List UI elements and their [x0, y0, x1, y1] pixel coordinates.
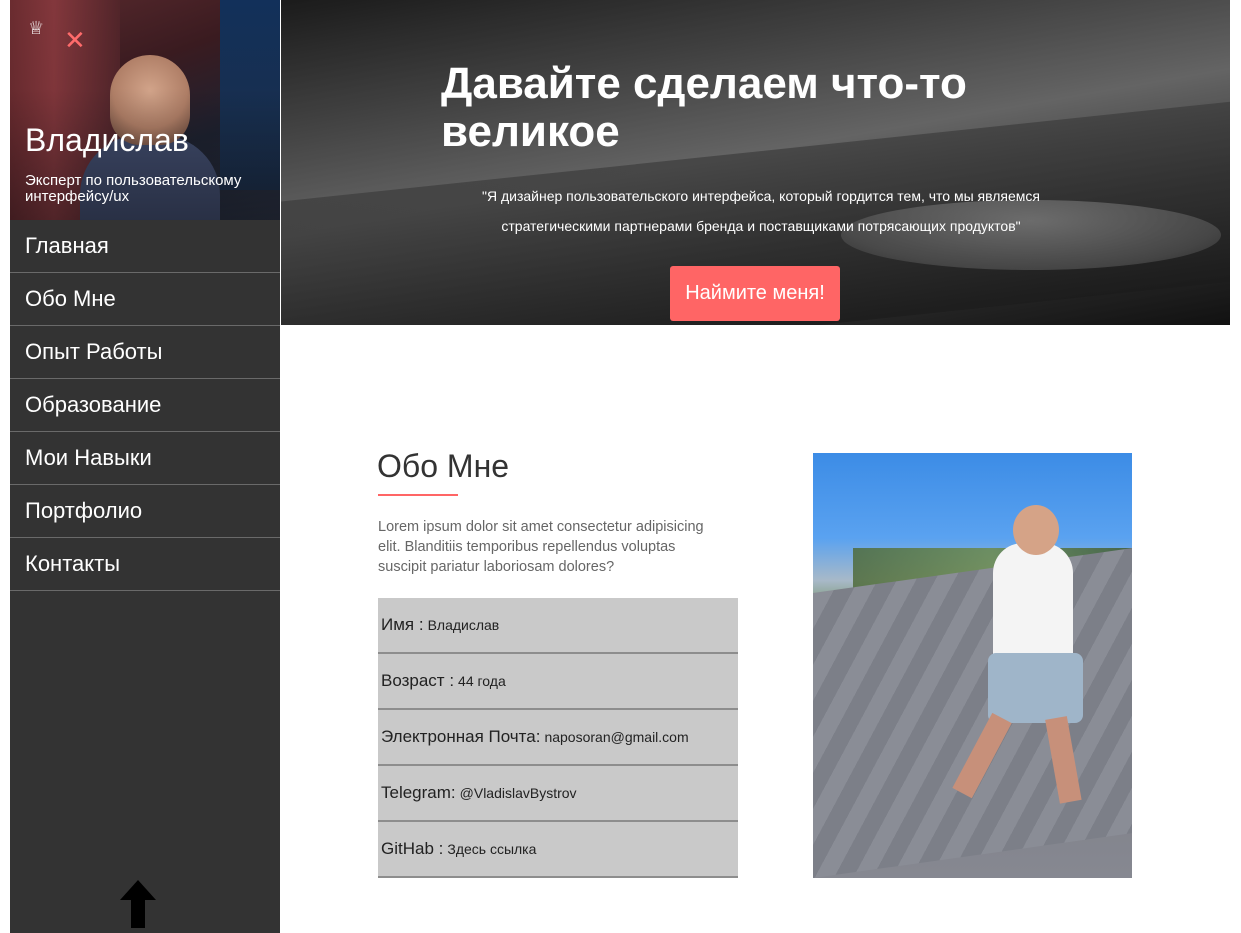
info-value: naposoran@gmail.com — [544, 729, 689, 745]
info-row-github: GitHab : Здесь ссылка — [378, 822, 738, 878]
info-row-age: Возраст : 44 года — [378, 654, 738, 710]
info-key: GitHab : — [381, 839, 444, 858]
nav-item-about[interactable]: Обо Мне — [10, 273, 280, 326]
nav-item-skills[interactable]: Мои Навыки — [10, 432, 280, 485]
hire-me-button[interactable]: Наймите меня! — [670, 266, 840, 321]
nav-item-portfolio[interactable]: Портфолио — [10, 485, 280, 538]
info-key: Электронная Почта: — [381, 727, 541, 746]
crown-icon: ♕ — [28, 18, 45, 39]
info-value: Владислав — [427, 617, 500, 633]
sidebar: ♕ ✕ Владислав Эксперт по пользовательско… — [10, 0, 280, 933]
about-photo-head — [1013, 505, 1059, 555]
about-title-underline — [378, 494, 458, 496]
info-key: Возраст : — [381, 671, 455, 690]
nav-item-contacts[interactable]: Контакты — [10, 538, 280, 591]
info-value[interactable]: Здесь ссылка — [447, 841, 536, 857]
info-row-email: Электронная Почта: naposoran@gmail.com — [378, 710, 738, 766]
about-photo — [813, 453, 1132, 878]
info-value: 44 года — [458, 673, 506, 689]
close-icon[interactable]: ✕ — [64, 28, 86, 54]
about-title: Обо Мне — [377, 448, 510, 484]
nav-item-home[interactable]: Главная — [10, 220, 280, 273]
info-key: Telegram: — [381, 783, 456, 802]
info-value: @VladislavBystrov — [459, 785, 577, 801]
hero-quote: "Я дизайнер пользовательского интерфейса… — [482, 188, 1040, 234]
about-photo-shorts — [988, 653, 1083, 723]
nav-item-experience[interactable]: Опыт Работы — [10, 326, 280, 379]
profile-role: Эксперт по пользовательскому интерфейсу/… — [25, 172, 242, 205]
about-text: Lorem ipsum dolor sit amet consectetur a… — [378, 519, 704, 575]
hero-title: Давайте сделаем что-то великое — [441, 59, 967, 156]
sidebar-nav: Главная Обо Мне Опыт Работы Образование … — [10, 220, 280, 591]
arrow-up-icon[interactable] — [118, 878, 158, 930]
info-row-telegram: Telegram: @VladislavBystrov — [378, 766, 738, 822]
profile-name: Владислав — [25, 122, 189, 158]
info-key: Имя : — [381, 615, 424, 634]
info-row-name: Имя : Владислав — [378, 598, 738, 654]
nav-item-education[interactable]: Образование — [10, 379, 280, 432]
hero-banner: Давайте сделаем что-то великое "Я дизайн… — [281, 0, 1230, 325]
info-table: Имя : Владислав Возраст : 44 года Электр… — [378, 598, 738, 878]
about-photo-ground — [813, 548, 1132, 878]
